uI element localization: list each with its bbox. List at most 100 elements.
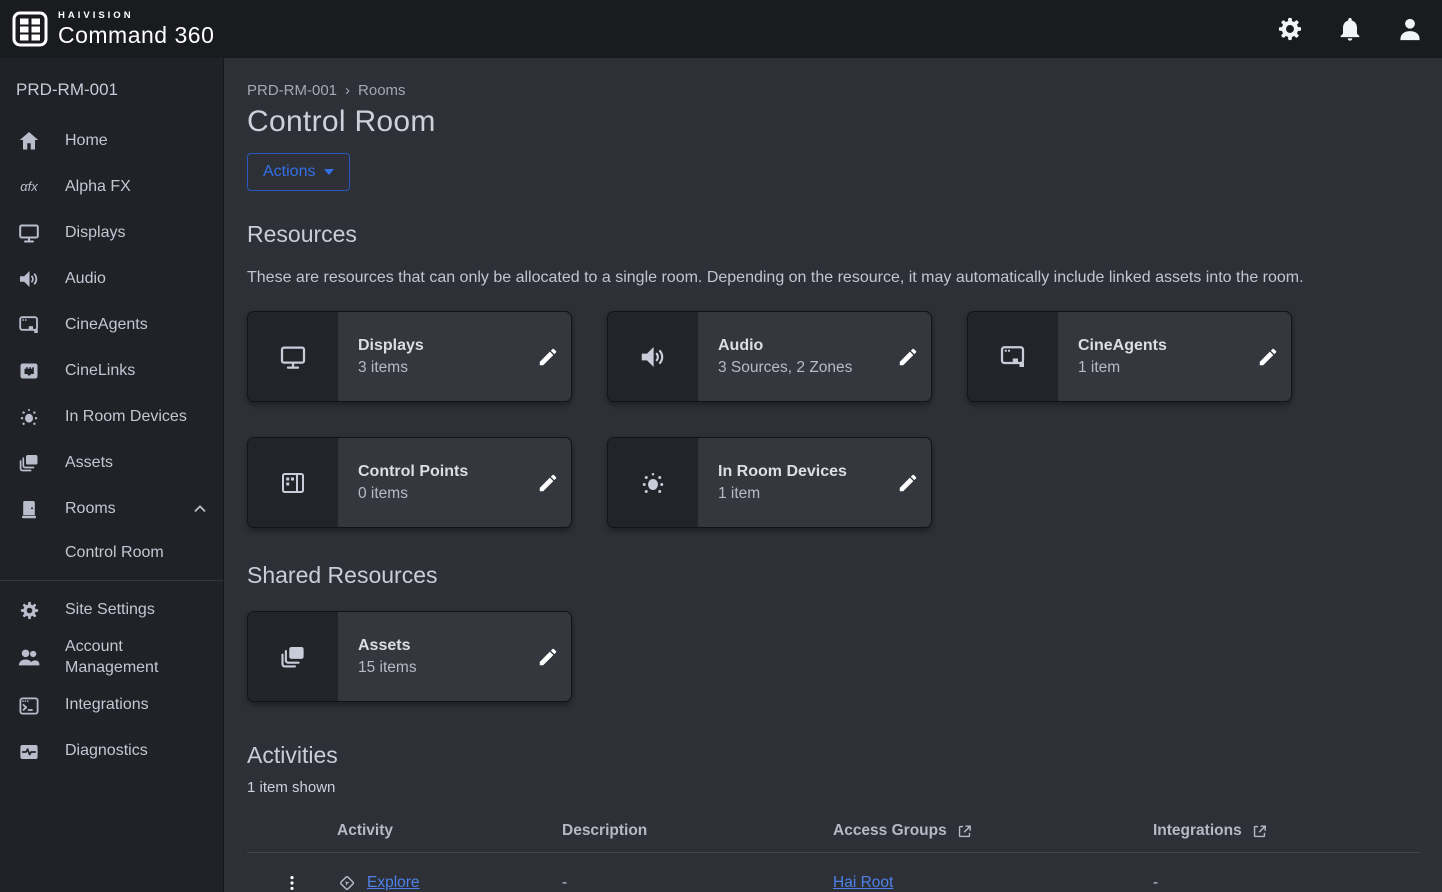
resources-heading: Resources [247,221,1420,248]
resource-card-audio: Audio 3 Sources, 2 Zones [607,311,932,402]
card-title: CineAgents [1078,337,1245,355]
card-title: Audio [718,337,885,355]
column-access-groups: Access Groups [833,812,1153,853]
card-title: Displays [358,337,525,355]
breadcrumb-rooms-link[interactable]: Rooms [358,82,406,99]
activity-explore-link[interactable]: Explore [367,874,420,892]
settings-gear-icon[interactable] [1276,15,1304,43]
sidebar-item-label: Account Management [65,637,209,679]
column-activity: Activity [337,812,562,853]
in-room-device-icon [16,404,42,430]
row-kebab-menu-icon[interactable] [276,867,308,892]
edit-pencil-icon[interactable] [525,612,571,701]
display-icon [248,312,338,401]
sidebar-item-cinelinks[interactable]: CineLinks [0,348,223,394]
breadcrumb: PRD-RM-001 › Rooms [247,82,1420,99]
sidebar-item-cineagents[interactable]: CineAgents [0,302,223,348]
caret-down-icon [324,169,334,175]
users-icon [16,645,42,671]
card-subtitle: 3 Sources, 2 Zones [718,359,885,377]
topbar: HAIVISION Command 360 [0,0,1442,58]
external-link-icon[interactable] [1251,823,1268,840]
activities-count: 1 item shown [247,779,1420,796]
breadcrumb-site-link[interactable]: PRD-RM-001 [247,82,337,99]
resource-card-in-room-devices: In Room Devices 1 item [607,437,932,528]
column-label: Access Groups [833,822,947,840]
edit-pencil-icon[interactable] [525,312,571,401]
sidebar-item-alpha-fx[interactable]: αfx Alpha FX [0,164,223,210]
sidebar-item-diagnostics[interactable]: Diagnostics [0,729,223,775]
sidebar-item-label: In Room Devices [65,407,209,428]
site-label: PRD-RM-001 [0,58,223,118]
card-subtitle: 1 item [1078,359,1245,377]
sidebar-item-label: Integrations [65,695,209,716]
brand-name: HAIVISION [58,11,214,21]
sidebar-item-account-management[interactable]: Account Management [0,633,223,683]
sidebar-subitem-label: Control Room [65,544,164,562]
pulse-monitor-icon [16,739,42,765]
sidebar-item-displays[interactable]: Displays [0,210,223,256]
door-icon [16,496,42,522]
column-description: Description [562,812,833,853]
main-content: PRD-RM-001 › Rooms Control Room Actions … [225,58,1442,892]
resources-description: These are resources that can only be all… [247,266,1407,289]
actions-button-label: Actions [263,163,315,181]
sidebar-item-home[interactable]: Home [0,118,223,164]
sidebar-item-label: Displays [65,223,209,244]
shared-resources-heading: Shared Resources [247,562,1420,589]
sidebar-item-assets[interactable]: Assets [0,440,223,486]
activities-heading: Activities [247,742,1420,769]
sidebar-item-label: Site Settings [65,600,209,621]
activities-table: Activity Description Access Groups [247,812,1420,892]
sidebar-item-in-room-devices[interactable]: In Room Devices [0,394,223,440]
edit-pencil-icon[interactable] [885,312,931,401]
resource-card-cineagents: CineAgents 1 item [967,311,1292,402]
column-integrations: Integrations [1153,812,1420,853]
card-title: Control Points [358,463,525,481]
resources-card-grid: Displays 3 items Audio 3 Sources, 2 Zone… [247,311,1420,528]
resource-card-control-points: Control Points 0 items [247,437,572,528]
sidebar-item-integrations[interactable]: Integrations [0,683,223,729]
edit-pencil-icon[interactable] [1245,312,1291,401]
card-title: In Room Devices [718,463,885,481]
sidebar-item-label: Alpha FX [65,177,209,198]
table-header-row: Activity Description Access Groups [247,812,1420,853]
cineagents-window-icon [968,312,1058,401]
sidebar-item-label: CineLinks [65,361,209,382]
sidebar-item-site-settings[interactable]: Site Settings [0,587,223,633]
stacked-assets-icon [16,450,42,476]
sidebar-item-label: CineAgents [65,315,209,336]
notifications-bell-icon[interactable] [1336,15,1364,43]
access-group-link[interactable]: Hai Root [833,874,893,891]
sidebar-item-audio[interactable]: Audio [0,256,223,302]
edit-pencil-icon[interactable] [885,438,931,527]
gear-icon [16,597,42,623]
ethernet-port-icon [16,358,42,384]
resource-card-assets: Assets 15 items [247,611,572,702]
alpha-fx-icon: αfx [16,174,42,200]
card-subtitle: 3 items [358,359,525,377]
card-title: Assets [358,637,525,655]
edit-pencil-icon[interactable] [525,438,571,527]
sidebar-item-label: Diagnostics [65,741,209,762]
control-panel-icon [248,438,338,527]
external-link-icon[interactable] [956,823,973,840]
explore-activity-icon [337,873,357,892]
actions-button[interactable]: Actions [247,153,350,191]
card-subtitle: 0 items [358,485,525,503]
sidebar-item-label: Audio [65,269,209,290]
brand-logo: HAIVISION Command 360 [12,11,214,47]
chevron-up-icon [191,500,209,518]
user-account-icon[interactable] [1396,15,1424,43]
column-menu [247,812,337,853]
shared-card-grid: Assets 15 items [247,611,1420,702]
sidebar-item-control-room[interactable]: Control Room [0,532,223,574]
sidebar-item-label: Rooms [65,499,168,520]
sidebar: PRD-RM-001 Home αfx Alpha FX Dis [0,58,224,892]
card-subtitle: 15 items [358,659,525,677]
speaker-icon [16,266,42,292]
home-icon [16,128,42,154]
table-row: Explore - Hai Root - [247,853,1420,892]
terminal-window-icon [16,693,42,719]
sidebar-item-rooms[interactable]: Rooms [0,486,223,532]
